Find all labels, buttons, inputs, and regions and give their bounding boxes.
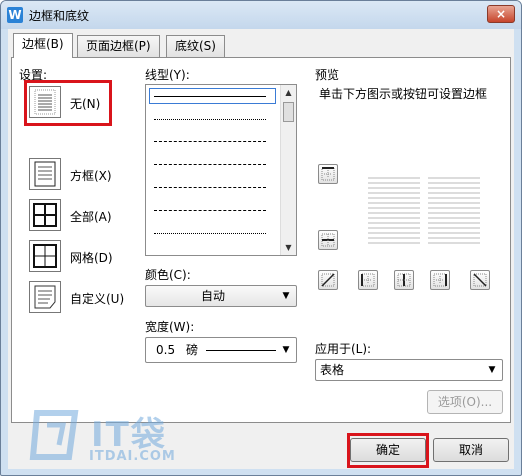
scroll-up-icon[interactable]: ▲: [281, 85, 296, 100]
border-all-icon[interactable]: [29, 199, 61, 231]
color-select[interactable]: 自动 ▼: [145, 285, 297, 307]
width-line-sample: [206, 350, 276, 351]
color-value: 自动: [200, 289, 225, 303]
cancel-button[interactable]: 取消: [433, 438, 509, 462]
line-style-dashed[interactable]: [154, 141, 266, 142]
scroll-down-icon[interactable]: ▼: [281, 240, 296, 255]
scroll-thumb[interactable]: [283, 102, 294, 122]
tab-panel-border: 设置: 无(N) 方框(X) 全部(A) 网格(D) 自定义(U) 线型(Y):…: [11, 57, 511, 423]
apply-to-value: 表格: [320, 363, 345, 377]
width-unit: 磅: [186, 343, 199, 357]
border-grid-icon[interactable]: [29, 240, 61, 272]
line-style-dash-dot-dot[interactable]: [154, 233, 266, 234]
wps-app-icon: W: [7, 7, 23, 23]
preview-page-right: [424, 176, 482, 256]
itdai-logo-icon: [29, 410, 79, 460]
dropdown-arrow-icon: ▼: [282, 345, 290, 355]
preview-hint: 单击下方图示或按钮可设置边框: [319, 87, 488, 101]
line-style-dotted[interactable]: [154, 119, 266, 120]
color-label: 颜色(C):: [145, 268, 191, 282]
right-border-button[interactable]: [430, 270, 450, 290]
width-label: 宽度(W):: [145, 320, 195, 334]
preview-page-left: [368, 176, 426, 256]
dialog-window: W 边框和底纹 × 边框(B) 页面边框(P) 底纹(S) 设置: 无(N) 方…: [0, 0, 522, 476]
inside-vertical-border-button[interactable]: [394, 270, 414, 290]
setting-box-label[interactable]: 方框(X): [70, 167, 112, 184]
highlight-setting-none: [24, 80, 112, 126]
apply-to-label: 应用于(L):: [315, 342, 372, 356]
title-bar: W 边框和底纹 ×: [1, 1, 521, 29]
inside-horizontal-border-button[interactable]: [318, 230, 338, 250]
options-button[interactable]: 选项(O)...: [427, 390, 503, 414]
tab-page-border[interactable]: 页面边框(P): [77, 35, 160, 57]
preview-label: 预览: [315, 68, 340, 82]
tab-shading[interactable]: 底纹(S): [166, 35, 225, 57]
width-value: 0.5: [156, 343, 176, 357]
setting-all-label[interactable]: 全部(A): [70, 208, 112, 225]
dialog-title: 边框和底纹: [29, 9, 90, 23]
apply-to-select[interactable]: 表格 ▼: [315, 359, 503, 381]
diagonal-down-border-button[interactable]: [470, 270, 490, 290]
top-border-button[interactable]: [318, 164, 338, 184]
watermark-domain: ITDAI.COM: [89, 449, 176, 464]
close-button[interactable]: ×: [487, 5, 515, 23]
line-style-solid[interactable]: [154, 96, 266, 97]
left-border-button[interactable]: [358, 270, 378, 290]
diagonal-up-border-button[interactable]: [318, 270, 338, 290]
separator-left: [134, 64, 135, 416]
line-style-dense-dashed[interactable]: [154, 164, 266, 165]
separator-right: [304, 64, 305, 416]
line-style-long-dashed[interactable]: [154, 187, 266, 188]
tab-border[interactable]: 边框(B): [13, 33, 73, 58]
border-box-icon[interactable]: [29, 158, 61, 190]
width-select[interactable]: 0.5 磅 ▼: [145, 337, 297, 363]
dropdown-arrow-icon: ▼: [282, 291, 290, 301]
dialog-client-area: 边框(B) 页面边框(P) 底纹(S) 设置: 无(N) 方框(X) 全部(A)…: [8, 29, 514, 469]
line-style-label: 线型(Y):: [145, 68, 190, 82]
line-style-scrollbar[interactable]: ▲ ▼: [280, 85, 296, 255]
dropdown-arrow-icon: ▼: [488, 365, 496, 375]
line-style-list[interactable]: ▲ ▼: [145, 84, 297, 256]
line-style-dash-dot[interactable]: [154, 210, 266, 211]
border-custom-icon[interactable]: [29, 281, 61, 313]
setting-grid-label[interactable]: 网格(D): [70, 249, 113, 266]
setting-custom-label[interactable]: 自定义(U): [70, 290, 124, 307]
highlight-ok-button: [347, 433, 429, 468]
itdai-watermark: IT袋 ITDAI.COM: [29, 405, 189, 471]
